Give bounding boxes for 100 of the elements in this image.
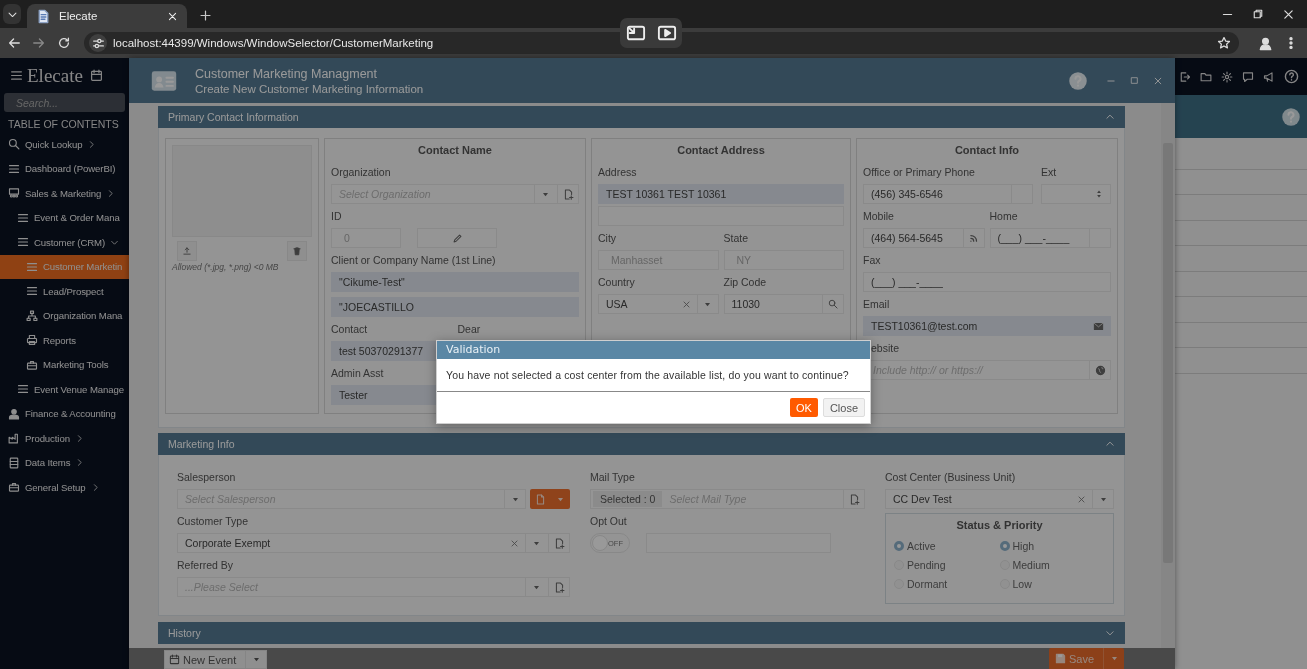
input-field[interactable]: "Cikume-Test" (331, 272, 579, 292)
radio-option[interactable]: High (999, 536, 1035, 555)
chevron-right-icon (87, 139, 97, 149)
field-label: Salesperson (177, 470, 236, 485)
address-bar[interactable]: localhost:44399/Windows/WindowSelector/CustomerMarketing (84, 32, 1239, 54)
radio-option[interactable]: Active (894, 536, 936, 555)
help-icon[interactable] (1281, 106, 1301, 127)
field-label: Mail Type (590, 470, 635, 485)
search-icon (8, 138, 20, 151)
new-tab-icon[interactable] (199, 9, 212, 22)
search-field[interactable]: Search... (4, 93, 125, 112)
site-settings-icon[interactable] (91, 36, 105, 50)
new-salesperson-button[interactable] (530, 489, 570, 509)
field-label: Contact (331, 322, 368, 337)
forward-icon[interactable] (32, 36, 46, 50)
restore-icon[interactable] (1252, 8, 1264, 20)
calendar-icon (169, 654, 180, 665)
pencil-icon (451, 232, 463, 244)
add-file-icon[interactable] (562, 188, 574, 200)
reload-icon[interactable] (57, 36, 71, 50)
close-button[interactable]: Close (822, 398, 865, 417)
radio-option[interactable]: Pending (894, 555, 946, 574)
radio-button[interactable] (999, 540, 1010, 551)
factory-icon (8, 432, 20, 445)
number-field[interactable] (1041, 184, 1111, 204)
email-field[interactable]: TEST10361@test.com (863, 316, 1111, 336)
megaphone-icon[interactable] (1263, 70, 1275, 83)
sidebar-item[interactable]: Event Venue Manage (0, 377, 129, 402)
new-event-button[interactable]: New Event (164, 650, 268, 669)
clear-icon[interactable] (510, 538, 519, 548)
radio-button[interactable] (894, 540, 904, 551)
upload-icon (182, 246, 192, 256)
phone-field[interactable]: (___) ___-____ (863, 272, 1111, 292)
sidebar-item[interactable]: Quick Lookup (0, 132, 129, 157)
field-label: Home (989, 209, 1018, 224)
sidebar-item[interactable]: Organization Mana (0, 303, 129, 328)
input-field[interactable]: TEST 10361 TEST 10361 (598, 184, 844, 204)
sidebar-item[interactable]: Data Items (0, 450, 129, 475)
country-select[interactable]: USA (598, 294, 719, 314)
customer-type-select[interactable]: Corporate Exempt (177, 533, 570, 553)
sidebar-item[interactable]: General Setup (0, 475, 129, 500)
tab-list-button[interactable] (3, 4, 21, 24)
upload-button[interactable] (177, 241, 197, 261)
delete-button[interactable] (287, 241, 307, 261)
sign-out-icon[interactable] (1179, 70, 1191, 83)
input-field[interactable]: "JOECASTILLO (331, 297, 579, 317)
clear-icon[interactable] (681, 299, 691, 309)
search-icon[interactable] (828, 299, 838, 309)
phone-field[interactable]: (464) 564-5645 (863, 228, 985, 248)
phone-field[interactable]: (___) ___-____ (989, 228, 1111, 248)
add-file-icon[interactable] (848, 493, 860, 505)
sidebar-item[interactable]: Production (0, 426, 129, 451)
picture-in-picture-icon[interactable] (625, 23, 646, 43)
folder-icon[interactable] (1200, 70, 1212, 83)
rss-icon[interactable] (968, 233, 979, 243)
sidebar-item[interactable]: Lead/Prospect (0, 279, 129, 304)
radio-option[interactable]: Low (999, 574, 1032, 593)
sidebar-item[interactable]: Event & Order Mana (0, 205, 129, 230)
chat-icon[interactable] (1242, 70, 1254, 83)
sidebar-item[interactable]: Customer (CRM) (0, 230, 129, 255)
globe-icon[interactable] (1094, 364, 1106, 376)
help-icon[interactable] (1068, 70, 1088, 91)
help-icon[interactable] (1284, 69, 1299, 84)
phone-field[interactable]: (456) 345-6546 (863, 184, 1033, 204)
calendar-icon[interactable] (89, 69, 103, 82)
sidebar-item[interactable]: Marketing Tools (0, 352, 129, 377)
back-icon[interactable] (7, 36, 21, 50)
clear-icon[interactable] (1077, 494, 1086, 504)
bookmark-star-icon[interactable] (1217, 36, 1231, 50)
field-label: Cost Center (Business Unit) (885, 470, 1016, 485)
input-field[interactable]: 11030 (723, 294, 844, 314)
sidebar-item[interactable]: Reports (0, 328, 129, 353)
maximize-icon[interactable] (1130, 76, 1139, 85)
section-header[interactable]: Primary Contact Information (158, 106, 1125, 128)
radio-label: Active (907, 539, 936, 552)
radio-label: Low (1012, 577, 1032, 590)
section-header[interactable]: Marketing Info (158, 433, 1125, 455)
settings-icon[interactable] (1221, 70, 1233, 83)
close-icon[interactable] (1282, 7, 1295, 21)
browser-tab[interactable]: Elecate (27, 4, 187, 28)
envelope-icon[interactable] (1093, 320, 1104, 332)
radio-option[interactable]: Dormant (894, 574, 948, 593)
sidebar-item[interactable]: Finance & Accounting (0, 401, 129, 426)
section-header[interactable]: History (158, 622, 1125, 644)
sidebar-item[interactable]: Customer Marketin (0, 254, 129, 279)
scrollbar[interactable] (1161, 103, 1175, 648)
profile-icon[interactable] (1258, 35, 1273, 51)
sidebar-label: Dashboard (PowerBI) (25, 163, 116, 175)
cost-center-select[interactable]: CC Dev Test (885, 489, 1114, 509)
close-icon[interactable] (167, 10, 178, 22)
sidebar-item[interactable]: Sales & Marketing (0, 181, 129, 206)
field-label: City (598, 231, 617, 246)
ok-button[interactable]: OK (789, 398, 818, 417)
menu-icon[interactable] (10, 69, 23, 82)
video-icon[interactable] (656, 23, 677, 43)
printer-icon (26, 334, 38, 347)
add-file-icon[interactable] (553, 537, 565, 549)
add-file-icon[interactable] (553, 581, 565, 593)
radio-option[interactable]: Medium (999, 555, 1050, 574)
sidebar-item[interactable]: Dashboard (PowerBI) (0, 156, 129, 181)
